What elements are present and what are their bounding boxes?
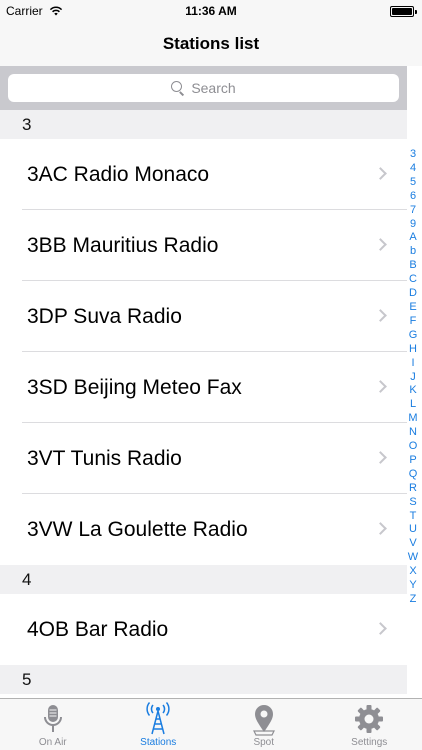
index-letter[interactable]: Y <box>409 579 416 593</box>
index-letter[interactable]: N <box>409 426 417 440</box>
search-bar: Search <box>0 66 407 110</box>
tab-on-air[interactable]: On Air <box>0 699 106 750</box>
index-letter[interactable]: 3 <box>410 148 416 162</box>
index-letter[interactable]: D <box>409 287 417 301</box>
index-letter[interactable]: E <box>409 301 416 315</box>
index-letter[interactable]: Q <box>409 468 418 482</box>
station-name: 3VT Tunis Radio <box>27 447 182 470</box>
section-index[interactable]: 3 4 5 6 7 9 A b B C D E F G H I J K L M … <box>406 148 420 607</box>
page-title: Stations list <box>162 34 260 53</box>
station-name: 3AC Radio Monaco <box>27 163 210 186</box>
index-letter[interactable]: b <box>410 245 416 259</box>
tab-stations[interactable]: Stations <box>106 699 212 750</box>
list-item[interactable]: 3DP Suva Radio <box>0 281 407 352</box>
status-time: 11:36 AM <box>185 4 237 18</box>
search-icon <box>171 81 185 95</box>
list-item[interactable]: 3VW La Goulette Radio <box>0 494 407 565</box>
index-letter[interactable]: 4 <box>410 162 416 176</box>
gear-icon <box>355 705 384 733</box>
list-item[interactable]: 3AC Radio Monaco <box>0 139 407 210</box>
list-item[interactable]: 3SD Beijing Meteo Fax <box>0 352 407 423</box>
index-letter[interactable]: M <box>408 412 417 426</box>
list-item[interactable]: 4OB Bar Radio <box>0 594 407 665</box>
index-letter[interactable]: K <box>409 384 416 398</box>
index-letter[interactable]: R <box>409 482 417 496</box>
index-letter[interactable]: X <box>409 565 416 579</box>
index-letter[interactable]: 5 <box>410 176 416 190</box>
index-letter[interactable]: S <box>409 496 416 510</box>
section-header: 4 <box>0 565 407 594</box>
tab-settings[interactable]: Settings <box>317 699 422 750</box>
index-letter[interactable]: A <box>409 231 416 245</box>
stations-list[interactable]: 3 3AC Radio Monaco 3BB Mauritius Radio 3… <box>0 110 407 698</box>
section-header: 3 <box>0 110 407 139</box>
map-pin-icon <box>252 705 275 736</box>
station-name: 4OB Bar Radio <box>27 618 169 641</box>
index-letter[interactable]: C <box>409 273 417 287</box>
index-letter[interactable]: H <box>409 343 417 357</box>
chevron-right-icon <box>374 238 387 251</box>
tab-spot[interactable]: Spot <box>211 699 317 750</box>
index-letter[interactable]: T <box>410 510 417 524</box>
tab-label: Settings <box>351 737 388 748</box>
index-letter[interactable]: L <box>410 398 416 412</box>
tab-label: Spot <box>253 737 275 748</box>
battery-icon <box>390 6 417 17</box>
list-item[interactable]: 3BB Mauritius Radio <box>0 210 407 281</box>
list-item[interactable]: 3VT Tunis Radio <box>0 423 407 494</box>
index-letter[interactable]: P <box>409 454 416 468</box>
index-letter[interactable]: 7 <box>410 204 416 218</box>
tab-label: On Air <box>38 737 67 748</box>
index-letter[interactable]: B <box>409 259 416 273</box>
station-name: 3VW La Goulette Radio <box>27 518 248 541</box>
station-name: 3SD Beijing Meteo Fax <box>27 376 242 399</box>
chevron-right-icon <box>374 167 387 180</box>
station-name: 3DP Suva Radio <box>27 305 182 328</box>
index-letter[interactable]: I <box>411 357 414 371</box>
chevron-right-icon <box>374 522 387 535</box>
index-letter[interactable]: V <box>409 537 416 551</box>
antenna-tower-icon <box>146 702 170 735</box>
index-letter[interactable]: U <box>409 523 417 537</box>
index-letter[interactable]: G <box>409 329 418 343</box>
tab-label: Stations <box>140 737 177 748</box>
search-placeholder: Search <box>191 80 236 96</box>
index-letter[interactable]: Z <box>410 593 417 607</box>
chevron-right-icon <box>374 451 387 464</box>
index-letter[interactable]: 6 <box>410 190 416 204</box>
section-header: 5 <box>0 665 407 694</box>
chevron-right-icon <box>374 622 387 635</box>
index-letter[interactable]: O <box>409 440 418 454</box>
tab-bar: On Air Stations Spot Settings <box>0 698 422 750</box>
index-letter[interactable]: 9 <box>410 218 416 232</box>
station-name: 3BB Mauritius Radio <box>27 234 219 257</box>
navigation-bar: Stations list <box>0 22 422 66</box>
search-input[interactable]: Search <box>8 74 399 102</box>
index-letter[interactable]: J <box>410 371 416 385</box>
index-letter[interactable]: F <box>410 315 417 329</box>
chevron-right-icon <box>374 380 387 393</box>
index-letter[interactable]: W <box>408 551 418 565</box>
microphone-icon <box>43 705 62 732</box>
status-bar: Carrier 11:36 AM <box>0 0 422 22</box>
chevron-right-icon <box>374 309 387 322</box>
